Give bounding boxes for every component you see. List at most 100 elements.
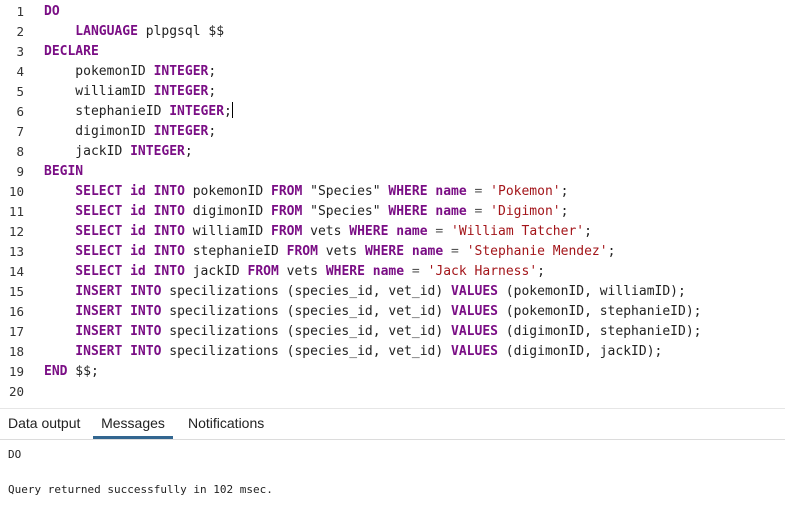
- sql-text: ;: [208, 64, 217, 79]
- code-text[interactable]: SELECT id INTO williamID FROM vets WHERE…: [44, 222, 592, 242]
- code-text[interactable]: stephanieID INTEGER;: [44, 102, 233, 122]
- code-text[interactable]: DO: [44, 2, 60, 22]
- sql-text: specilizations (species_id, vet_id): [161, 324, 452, 339]
- code-text[interactable]: SELECT id INTO digimonID FROM "Species" …: [44, 202, 568, 222]
- line-number: 7: [16, 124, 24, 139]
- line-number: 10: [8, 184, 24, 199]
- code-line[interactable]: 2 LANGUAGE plpgsql $$: [0, 22, 785, 42]
- sql-keyword: WHERE: [388, 184, 428, 199]
- code-line[interactable]: 19 END $$;: [0, 362, 785, 382]
- sql-keyword: name: [396, 224, 428, 239]
- tab-messages[interactable]: Messages: [93, 409, 173, 439]
- code-text[interactable]: INSERT INTO specilizations (species_id, …: [44, 322, 701, 342]
- sql-text: pokemonID: [44, 64, 154, 79]
- code-text[interactable]: jackID INTEGER;: [44, 142, 192, 162]
- sql-text: vets: [317, 244, 365, 259]
- code-line[interactable]: 16 INSERT INTO specilizations (species_i…: [0, 302, 785, 322]
- sql-text: vets: [302, 224, 350, 239]
- line-number: 20: [8, 384, 24, 399]
- line-number: 13: [8, 244, 24, 259]
- code-line[interactable]: 9 BEGIN: [0, 162, 785, 182]
- line-number: 6: [16, 104, 24, 119]
- sql-keyword: INSERT: [44, 284, 123, 299]
- code-line[interactable]: 6 stephanieID INTEGER;: [0, 102, 785, 122]
- code-line[interactable]: 1 DO: [0, 2, 785, 22]
- code-text[interactable]: INSERT INTO specilizations (species_id, …: [44, 342, 662, 362]
- sql-editor[interactable]: 1 DO 2 LANGUAGE plpgsql $$ 3 DECLARE 4 pokemo…: [0, 0, 785, 408]
- code-text[interactable]: williamID INTEGER;: [44, 82, 216, 102]
- sql-keyword: WHERE: [349, 224, 389, 239]
- code-line[interactable]: 17 INSERT INTO specilizations (species_i…: [0, 322, 785, 342]
- code-line[interactable]: 10 SELECT id INTO pokemonID FROM "Specie…: [0, 182, 785, 202]
- code-line[interactable]: 20: [0, 382, 785, 402]
- code-line[interactable]: 15 INSERT INTO specilizations (species_i…: [0, 282, 785, 302]
- code-line[interactable]: 7 digimonID INTEGER;: [0, 122, 785, 142]
- code-text[interactable]: SELECT id INTO pokemonID FROM "Species" …: [44, 182, 568, 202]
- sql-keyword: INTO: [153, 264, 185, 279]
- sql-text: ;: [224, 104, 232, 119]
- sql-keyword: INTO: [153, 204, 185, 219]
- sql-text: =: [443, 244, 467, 259]
- output-tabs: Data output Messages Notifications: [0, 409, 785, 440]
- sql-keyword: name: [372, 264, 405, 279]
- sql-string: 'Digimon': [490, 204, 561, 219]
- message-query-result: Query returned successfully in 102 msec.: [8, 483, 273, 496]
- line-number: 8: [16, 144, 24, 159]
- sql-keyword: INSERT: [44, 324, 123, 339]
- code-line[interactable]: 4 pokemonID INTEGER;: [0, 62, 785, 82]
- sql-keyword: SELECT: [44, 224, 123, 239]
- sql-text: ;: [537, 264, 545, 279]
- messages-panel: DO Query returned successfully in 102 ms…: [0, 440, 785, 514]
- tab-notifications[interactable]: Notifications: [188, 409, 264, 439]
- sql-keyword: BEGIN: [44, 164, 84, 179]
- sql-keyword: id: [130, 264, 146, 279]
- code-text[interactable]: END $$;: [44, 362, 99, 382]
- code-line[interactable]: 13 SELECT id INTO stephanieID FROM vets …: [0, 242, 785, 262]
- sql-text: stephanieID: [184, 244, 287, 259]
- code-line[interactable]: 11 SELECT id INTO digimonID FROM "Specie…: [0, 202, 785, 222]
- code-text[interactable]: SELECT id INTO jackID FROM vets WHERE na…: [44, 262, 545, 282]
- code-line[interactable]: 14 SELECT id INTO jackID FROM vets WHERE…: [0, 262, 785, 282]
- line-number: 11: [8, 204, 24, 219]
- sql-keyword: VALUES: [451, 324, 498, 339]
- sql-text: specilizations (species_id, vet_id): [161, 304, 452, 319]
- tab-data-output[interactable]: Data output: [8, 409, 80, 439]
- code-text[interactable]: INSERT INTO specilizations (species_id, …: [44, 302, 701, 322]
- code-text[interactable]: SELECT id INTO stephanieID FROM vets WHE…: [44, 242, 615, 262]
- line-number: 5: [16, 84, 24, 99]
- code-text[interactable]: pokemonID INTEGER;: [44, 62, 216, 82]
- code-line[interactable]: 12 SELECT id INTO williamID FROM vets WH…: [0, 222, 785, 242]
- sql-keyword: name: [435, 204, 467, 219]
- code-text[interactable]: BEGIN: [44, 162, 83, 182]
- sql-keyword: FROM: [271, 184, 303, 199]
- sql-keyword: INTO: [130, 324, 162, 339]
- sql-text: ;: [584, 224, 592, 239]
- code-line[interactable]: 3 DECLARE: [0, 42, 785, 62]
- sql-keyword: FROM: [271, 204, 303, 219]
- code-text[interactable]: LANGUAGE plpgsql $$: [44, 22, 224, 42]
- sql-keyword: FROM: [286, 244, 318, 259]
- sql-keyword: INTEGER: [130, 144, 185, 159]
- sql-keyword: DO: [44, 4, 60, 19]
- sql-keyword: id: [130, 224, 146, 239]
- code-text[interactable]: digimonID INTEGER;: [44, 122, 216, 142]
- line-number: 16: [8, 304, 24, 319]
- sql-text: pokemonID: [184, 184, 271, 199]
- code-line[interactable]: 8 jackID INTEGER;: [0, 142, 785, 162]
- sql-keyword: id: [130, 204, 146, 219]
- sql-keyword: INSERT: [44, 344, 123, 359]
- sql-string: 'Stephanie Mendez': [466, 244, 608, 259]
- line-number: 19: [8, 364, 24, 379]
- code-line[interactable]: 5 williamID INTEGER;: [0, 82, 785, 102]
- code-text[interactable]: INSERT INTO specilizations (species_id, …: [44, 282, 686, 302]
- sql-keyword: WHERE: [388, 204, 428, 219]
- code-text[interactable]: DECLARE: [44, 42, 99, 62]
- sql-text: (pokemonID, williamID);: [497, 284, 686, 299]
- code-line[interactable]: 18 INSERT INTO specilizations (species_i…: [0, 342, 785, 362]
- sql-text: "Species": [302, 204, 389, 219]
- sql-keyword: INSERT: [44, 304, 123, 319]
